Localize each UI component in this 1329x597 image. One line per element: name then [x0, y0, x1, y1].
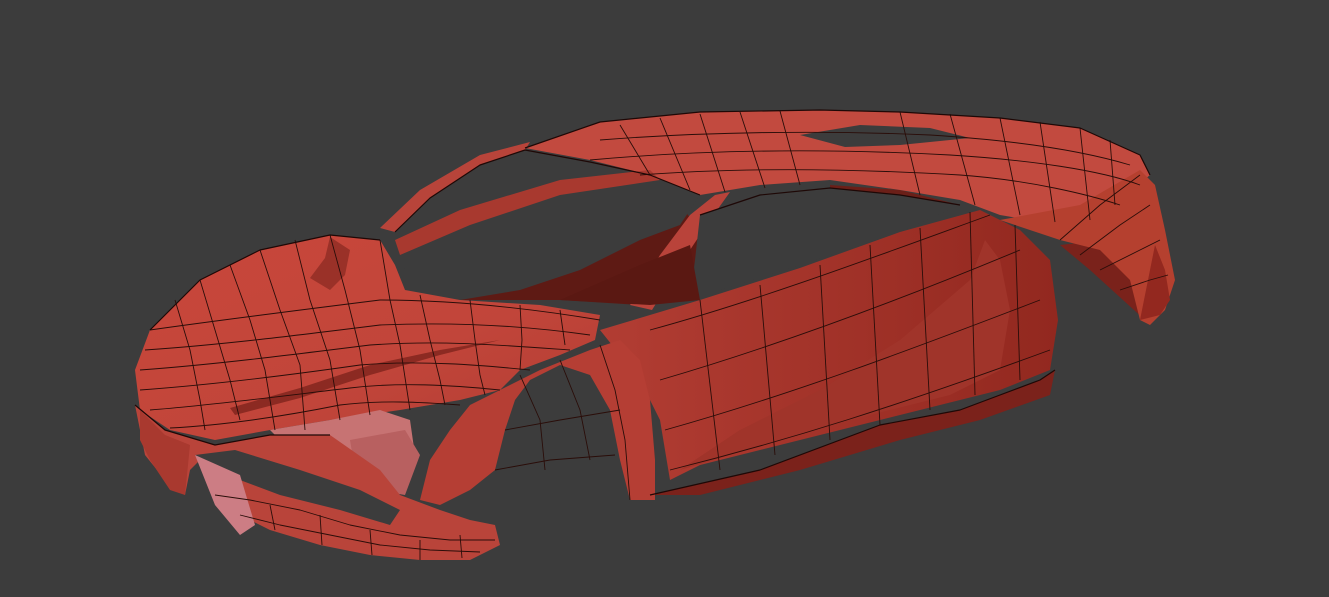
3d-viewport[interactable] — [0, 0, 1329, 597]
car-body-mesh — [134, 109, 1175, 560]
